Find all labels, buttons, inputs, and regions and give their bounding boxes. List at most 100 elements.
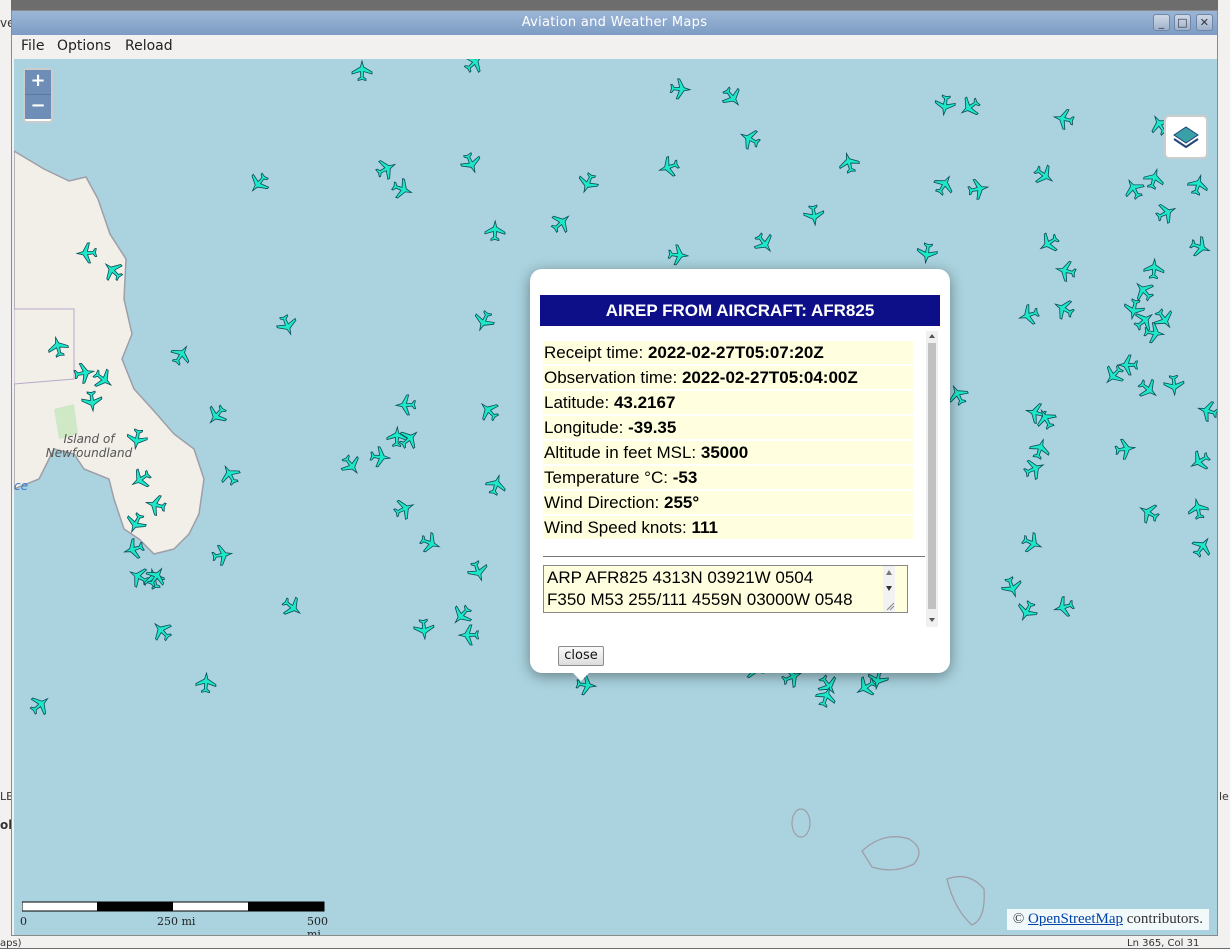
aircraft-icon[interactable] [575, 170, 601, 196]
textarea-scrollbar[interactable] [883, 566, 895, 612]
aircraft-icon[interactable] [803, 204, 825, 227]
aircraft-icon[interactable] [148, 617, 176, 645]
aircraft-icon[interactable] [1163, 374, 1185, 397]
map-view[interactable]: Island of Newfoundland ce + − AIREP FROM… [14, 59, 1217, 935]
aircraft-icon[interactable] [656, 154, 681, 179]
layers-control[interactable] [1164, 115, 1208, 159]
aircraft-icon[interactable] [1021, 456, 1047, 482]
field-wind-speed: Wind Speed knots: 111 [543, 516, 913, 539]
field-receipt-time: Receipt time: 2022-02-27T05:07:20Z [543, 341, 913, 364]
aircraft-icon[interactable] [475, 397, 503, 425]
aircraft-icon[interactable] [934, 94, 957, 117]
aircraft-icon[interactable] [216, 461, 243, 488]
aircraft-icon[interactable] [395, 425, 423, 453]
aircraft-icon[interactable] [167, 341, 194, 368]
aircraft-icon[interactable] [394, 394, 417, 416]
close-button[interactable]: close [558, 646, 604, 666]
aircraft-icon[interactable] [351, 59, 373, 82]
zoom-in-button[interactable]: + [25, 70, 51, 95]
aircraft-icon[interactable] [547, 209, 575, 237]
aircraft-icon[interactable] [465, 559, 491, 584]
aircraft-icon[interactable] [930, 171, 957, 198]
menu-reload[interactable]: Reload [123, 38, 175, 54]
aircraft-icon[interactable] [1143, 257, 1165, 280]
map-attribution: © OpenStreetMap contributors. [1006, 909, 1209, 930]
aircraft-icon[interactable] [1050, 295, 1077, 322]
aircraft-icon[interactable] [1054, 259, 1077, 283]
aircraft-icon[interactable] [26, 691, 54, 719]
aircraft-icon[interactable] [274, 312, 300, 338]
aircraft-icon[interactable] [417, 530, 443, 556]
aircraft-icon[interactable] [1186, 497, 1210, 520]
aircraft-icon[interactable] [667, 244, 690, 266]
aircraft-icon[interactable] [1052, 107, 1075, 131]
aircraft-icon[interactable] [1186, 173, 1211, 197]
aircraft-icon[interactable] [1186, 448, 1213, 475]
aircraft-icon[interactable] [1135, 499, 1162, 526]
scale-label-0: 0 [20, 915, 27, 928]
osm-link[interactable]: OpenStreetMap [1028, 911, 1123, 927]
background-app-left [0, 0, 11, 948]
close-window-button[interactable]: ✕ [1196, 14, 1213, 31]
aircraft-icon[interactable] [203, 401, 231, 429]
aircraft-icon[interactable] [956, 93, 983, 121]
maximize-button[interactable]: □ [1174, 14, 1191, 31]
aircraft-icon[interactable] [457, 624, 480, 646]
aircraft-icon[interactable] [1030, 161, 1058, 189]
aircraft-icon[interactable] [1052, 595, 1076, 620]
raw-airep-textarea[interactable]: ARP AFR825 4313N 03921W 0504 F350 M53 25… [543, 565, 908, 613]
aircraft-icon[interactable] [125, 563, 152, 590]
menu-file[interactable]: File [19, 38, 46, 54]
popup-scrollbar-thumb[interactable] [928, 343, 936, 609]
aircraft-icon[interactable] [390, 176, 415, 201]
zoom-control: + − [23, 68, 53, 123]
aircraft-icon[interactable] [1019, 530, 1045, 556]
field-latitude: Latitude: 43.2167 [543, 391, 913, 414]
aircraft-icon[interactable] [369, 446, 392, 468]
aircraft-icon[interactable] [1016, 303, 1041, 328]
aircraft-icon[interactable] [391, 496, 417, 522]
zoom-out-button[interactable]: − [25, 95, 51, 119]
aircraft-icon[interactable] [413, 618, 435, 641]
aircraft-icon[interactable] [373, 156, 399, 183]
field-wind-direction: Wind Direction: 255° [543, 491, 913, 514]
aircraft-icon[interactable] [278, 593, 306, 621]
aircraft-icon[interactable] [1188, 533, 1216, 560]
island-small [791, 808, 811, 838]
popup-scrollbar[interactable] [926, 331, 938, 627]
aircraft-icon[interactable] [837, 151, 861, 175]
field-longitude: Longitude: -39.35 [543, 416, 913, 439]
aircraft-icon[interactable] [484, 219, 506, 242]
aircraft-icon[interactable] [484, 472, 509, 497]
aircraft-icon[interactable] [245, 169, 273, 197]
aircraft-icon[interactable] [1153, 200, 1179, 227]
aircraft-icon[interactable] [1114, 438, 1137, 461]
aircraft-icon[interactable] [1027, 436, 1052, 461]
aircraft-icon[interactable] [736, 125, 763, 152]
menu-options[interactable]: Options [55, 38, 113, 54]
aircraft-icon[interactable] [1142, 167, 1167, 191]
aircraft-icon[interactable] [1120, 175, 1147, 202]
aircraft-icon[interactable] [1014, 598, 1041, 624]
aircraft-icon[interactable] [999, 575, 1024, 600]
aircraft-icon[interactable] [1196, 399, 1217, 424]
minimize-button[interactable]: _ [1153, 14, 1170, 31]
aircraft-icon[interactable] [1188, 234, 1213, 260]
window-titlebar[interactable]: Aviation and Weather Maps _ □ ✕ [12, 11, 1217, 35]
aircraft-icon[interactable] [1134, 375, 1162, 403]
aircraft-icon[interactable] [718, 83, 746, 111]
aircraft-icon[interactable] [750, 229, 778, 257]
aircraft-icon[interactable] [967, 177, 990, 200]
aircraft-icon[interactable] [337, 451, 365, 479]
aircraft-icon[interactable] [669, 78, 692, 100]
aircraft-icon[interactable] [195, 671, 217, 694]
scale-bar: 0 250 mi 500 mi [20, 900, 328, 935]
attribution-prefix: © [1012, 911, 1025, 927]
aircraft-icon[interactable] [211, 544, 234, 567]
aircraft-icon[interactable] [458, 150, 484, 176]
aircraft-icon[interactable] [916, 242, 939, 265]
aircraft-icon[interactable] [460, 59, 488, 77]
aircraft-icon[interactable] [1035, 229, 1062, 256]
attribution-suffix: contributors. [1126, 911, 1203, 927]
aircraft-icon[interactable] [471, 308, 497, 334]
